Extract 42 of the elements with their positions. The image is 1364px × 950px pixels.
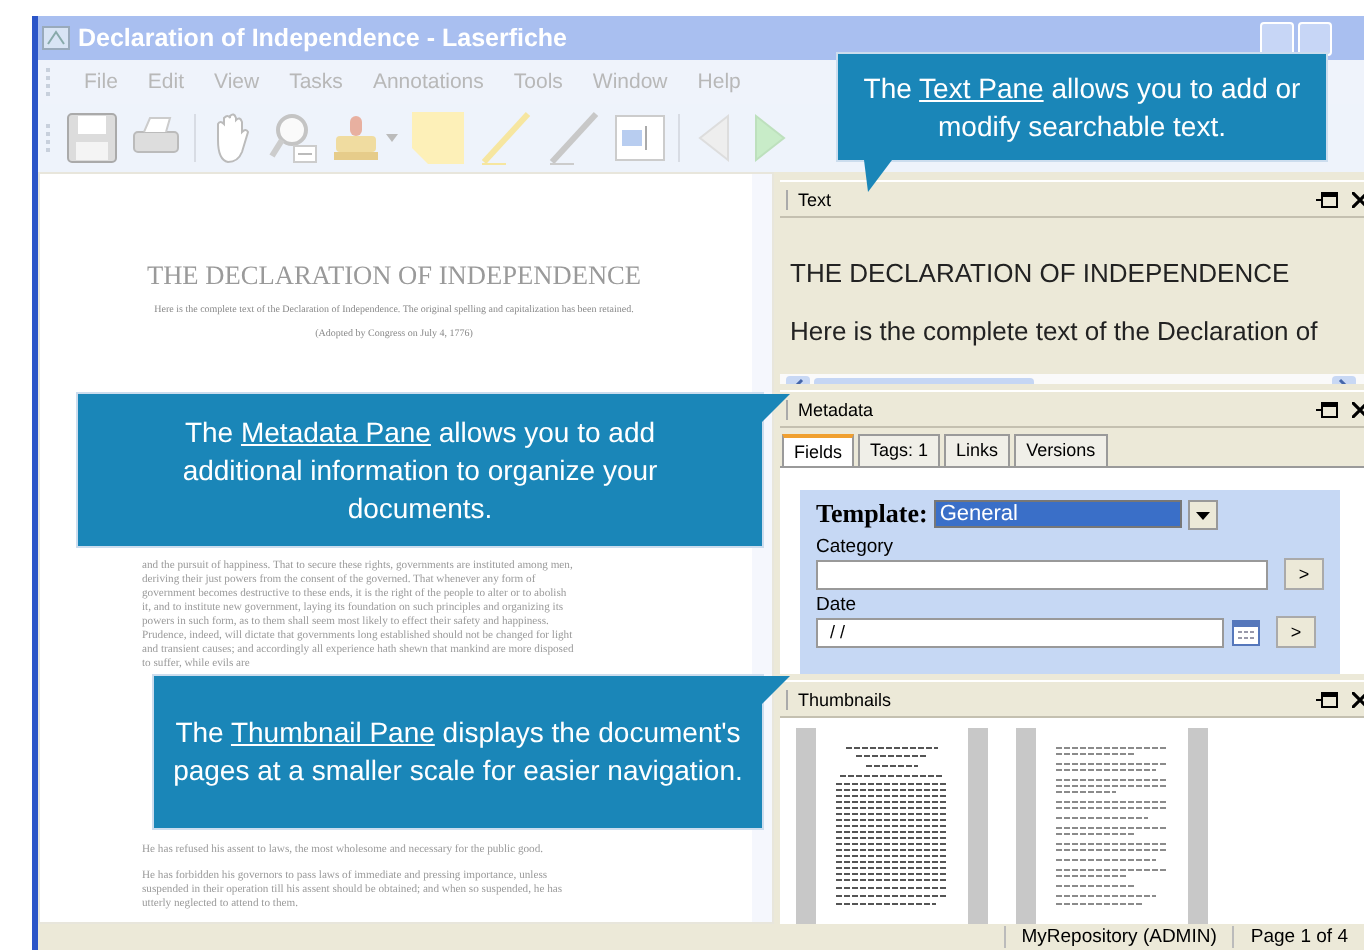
close-icon[interactable] bbox=[1352, 401, 1364, 417]
lookup-button[interactable]: > bbox=[1284, 558, 1324, 590]
calendar-icon[interactable] bbox=[1232, 619, 1260, 645]
pane-link[interactable]: Text Pane bbox=[919, 71, 1044, 103]
pane-title: Thumbnails bbox=[786, 689, 892, 709]
callout-text: The Text Pane allows you to add or modify searchable text. bbox=[861, 69, 1303, 145]
dropdown-icon[interactable] bbox=[1187, 499, 1218, 529]
document-title: THE DECLARATION OF INDEPENDENCE bbox=[144, 260, 644, 292]
template-label: Template: bbox=[816, 498, 928, 530]
page-thumbnail[interactable] bbox=[796, 728, 988, 924]
save-icon[interactable] bbox=[66, 112, 118, 164]
repository-status: MyRepository (ADMIN) bbox=[1003, 926, 1233, 948]
tab[interactable]: Fields bbox=[782, 434, 855, 466]
lookup-button[interactable]: > bbox=[1276, 616, 1316, 648]
tab[interactable]: Tags: 1 bbox=[858, 434, 941, 466]
text-line: Here is the complete text of the Declaration of bbox=[790, 316, 1320, 346]
float-icon[interactable] bbox=[1316, 401, 1338, 417]
pane-link[interactable]: Metadata Pane bbox=[240, 415, 431, 447]
page-thumbnail[interactable] bbox=[1016, 728, 1208, 924]
app-icon bbox=[42, 24, 70, 52]
template-dropdown[interactable]: General bbox=[933, 500, 1182, 528]
pane-title: Text bbox=[786, 189, 832, 209]
page-status: Page 1 of 4 bbox=[1232, 926, 1364, 948]
caret-icon[interactable] bbox=[386, 134, 398, 142]
field-label: Date bbox=[816, 594, 859, 616]
close-icon[interactable] bbox=[1352, 191, 1364, 207]
callout-text: The Metadata Pane allows you to add additional information to organize your documents. bbox=[180, 413, 660, 527]
tab[interactable]: Versions bbox=[1014, 434, 1108, 466]
field-label: Category bbox=[816, 536, 896, 558]
window-title: Declaration of Independence - Laserfiche bbox=[78, 24, 568, 52]
callout-text: The Thumbnail Pane displays the document's pages at a smaller scale for easier navigation. bbox=[171, 714, 745, 790]
minimize-button[interactable] bbox=[1260, 21, 1294, 55]
input-field[interactable] bbox=[816, 559, 1268, 589]
tab[interactable]: Links bbox=[944, 434, 1011, 466]
maximize-button[interactable] bbox=[1298, 21, 1332, 55]
float-icon[interactable] bbox=[1316, 691, 1338, 707]
input-field[interactable]: / / bbox=[816, 617, 1224, 647]
zoom-in-icon[interactable] bbox=[268, 112, 320, 164]
pane-link[interactable]: Thumbnail Pane bbox=[230, 716, 435, 748]
close-icon[interactable] bbox=[1352, 691, 1364, 707]
text-line: THE DECLARATION OF INDEPENDENCE bbox=[790, 258, 1292, 288]
float-icon[interactable] bbox=[1316, 191, 1338, 207]
